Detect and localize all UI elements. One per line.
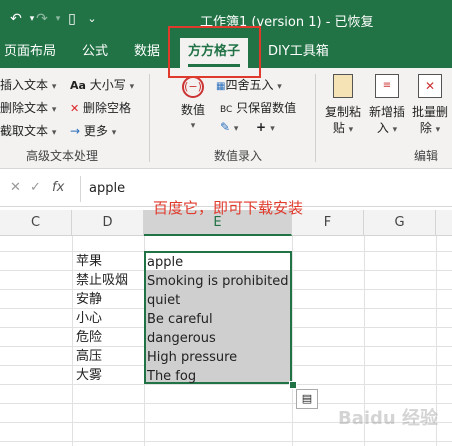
keep-value-button[interactable]: BC 只保留数值 — [220, 99, 296, 116]
value-label: 数值 — [180, 103, 205, 117]
cell-d[interactable]: 安静 — [76, 290, 102, 309]
group-label-text-processing: 高级文本处理 — [26, 149, 99, 163]
quick-analysis-icon: ▤ — [301, 392, 313, 405]
chevron-down-icon: ▾ — [51, 128, 57, 138]
tab-diy-toolbox[interactable]: DIY工具箱 — [268, 38, 329, 68]
round-label: 四舍五入 — [225, 78, 274, 92]
add-insert-label-2: 入 ▾ — [376, 121, 398, 135]
highlight-box — [168, 26, 261, 78]
quick-analysis-button[interactable]: ▤ — [296, 389, 318, 409]
add-insert-button[interactable]: ≡ 新增插 入 ▾ — [366, 74, 408, 138]
cell-d[interactable]: 危险 — [76, 328, 102, 347]
cell-d[interactable]: 苹果 — [76, 252, 102, 271]
chevron-down-icon: ▾ — [51, 105, 57, 115]
insert-text-label: 插入文本 — [0, 78, 49, 92]
chevron-down-icon: ▾ — [129, 82, 135, 92]
case-button[interactable]: Aa 大小写 ▾ — [70, 76, 134, 93]
case-icon: Aa — [70, 79, 86, 92]
annotation-text: 百度它，即可下载安装 — [153, 199, 304, 217]
tab-page-layout[interactable]: 页面布局 — [4, 38, 56, 68]
remove-spaces-button[interactable]: ✕ 删除空格 — [70, 99, 131, 116]
group-label-edit: 编辑 — [414, 149, 439, 163]
edit-dropdown-button[interactable]: ✎ ▾ — [220, 120, 238, 134]
cell-e[interactable]: The fog — [147, 367, 196, 386]
cell-d[interactable]: 大雾 — [76, 366, 102, 385]
cell-e[interactable]: High pressure — [147, 348, 237, 367]
copy-paste-label-1: 复制粘 — [324, 105, 361, 119]
grid-line — [0, 384, 452, 385]
group-label-value-entry: 数值录入 — [214, 149, 263, 163]
confirm-icon[interactable]: ✓ — [30, 180, 41, 195]
chevron-down-icon: ▾ — [233, 124, 239, 134]
add-insert-label-1: 新增插 — [368, 105, 405, 119]
column-header-filler — [436, 210, 452, 236]
insert-text-button[interactable]: 插入文本 ▾ — [0, 76, 56, 93]
remove-spaces-label: 删除空格 — [83, 101, 132, 115]
value-icon: (−) — [182, 76, 204, 98]
grid-line — [72, 236, 73, 446]
delete-text-label: 删除文本 — [0, 101, 49, 115]
chevron-down-icon: ▾ — [111, 128, 117, 138]
insert-rows-icon: ≡ — [375, 74, 399, 98]
cell-e[interactable]: Be careful — [147, 310, 213, 329]
extract-text-button[interactable]: 截取文本 ▾ — [0, 122, 56, 139]
arrow-right-icon: → — [70, 124, 81, 138]
copy-paste-button[interactable]: 复制粘 贴 ▾ — [322, 74, 364, 138]
tab-formulas[interactable]: 公式 — [82, 38, 108, 68]
column-header-d[interactable]: D — [72, 210, 144, 236]
add-dropdown-button[interactable]: + ▾ — [256, 120, 275, 134]
column-header-c[interactable]: C — [0, 210, 72, 236]
chevron-down-icon: ▾ — [51, 82, 57, 92]
chevron-down-icon: ▾ — [270, 124, 275, 134]
cell-d[interactable]: 高压 — [76, 347, 102, 366]
case-label: 大小写 — [89, 78, 126, 92]
column-header-g[interactable]: G — [364, 210, 436, 236]
cell-e[interactable]: quiet — [147, 291, 180, 310]
grid-line — [292, 236, 293, 446]
keep-value-label: 只保留数值 — [236, 101, 297, 115]
extract-text-label: 截取文本 — [0, 124, 49, 138]
value-button[interactable]: (−) 数值 ▾ — [176, 76, 210, 134]
chevron-down-icon: ▾ — [190, 121, 196, 131]
cell-d[interactable]: 禁止吸烟 — [76, 271, 128, 290]
batch-delete-label-1: 批量删 — [411, 105, 448, 119]
batch-delete-button[interactable]: ✕ 批量删 除 ▾ — [408, 74, 452, 138]
group-separator — [149, 74, 150, 162]
tab-data[interactable]: 数据 — [134, 38, 160, 68]
cell-e[interactable]: apple — [147, 253, 183, 272]
plus-icon: + — [256, 120, 267, 134]
delete-text-button[interactable]: 删除文本 ▾ — [0, 99, 56, 116]
file-icon[interactable]: ▯ — [62, 9, 82, 29]
insert-function-button[interactable]: fx — [52, 180, 64, 195]
more-label: 更多 — [83, 124, 108, 138]
cancel-icon[interactable]: ✕ — [10, 180, 21, 195]
cell-e[interactable]: dangerous — [147, 329, 216, 348]
group-separator — [315, 74, 316, 162]
delete-grid-icon: ✕ — [418, 74, 442, 98]
grid-line — [0, 441, 452, 442]
more-button[interactable]: → 更多 ▾ — [70, 122, 116, 139]
abc-icon: BC — [220, 105, 233, 115]
cell-d[interactable]: 小心 — [76, 309, 102, 328]
ribbon: 插入文本 ▾ 删除文本 ▾ 截取文本 ▾ Aa 大小写 ▾ ✕ 删除空格 → 更… — [0, 68, 452, 169]
chevron-down-icon: ▾ — [277, 82, 282, 92]
watermark: Baidu 经验 — [338, 408, 439, 429]
remove-spaces-icon: ✕ — [70, 102, 80, 115]
cell-e[interactable]: Smoking is prohibited — [147, 272, 288, 291]
clipboard-icon — [333, 74, 353, 98]
batch-delete-label-2: 除 ▾ — [419, 121, 441, 135]
customize-qat-icon[interactable]: ⌄ — [82, 9, 102, 29]
fill-handle[interactable] — [289, 381, 297, 389]
copy-paste-label-2: 贴 ▾ — [332, 121, 354, 135]
pencil-icon: ✎ — [220, 120, 231, 134]
round-button[interactable]: ▦四舍五入 ▾ — [216, 76, 282, 93]
